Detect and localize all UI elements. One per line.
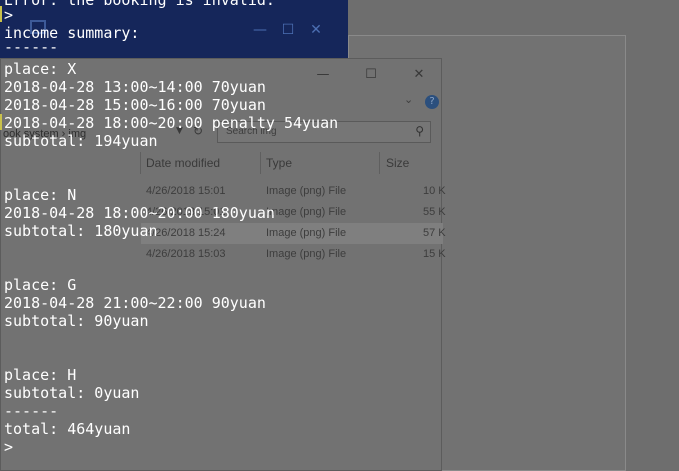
console-prompt: > [4,438,14,456]
console-line-place: place: H [4,366,77,384]
console-output[interactable]: Error: the booking is invalid. > income … [0,0,679,471]
console-line-place: place: X [4,60,77,78]
console-line-booking: 2018-04-28 18:00~20:00 180yuan [4,204,275,222]
console-line-booking: 2018-04-28 18:00~20:00 penalty 54yuan [4,114,339,132]
console-line-error: Error: the booking is invalid. [4,0,275,9]
console-line-subtotal: subtotal: 90yuan [4,312,149,330]
console-line-subtotal: subtotal: 180yuan [4,222,158,240]
console-cursor-marker [0,114,2,130]
console-line-place: place: N [4,186,77,204]
console-line-booking: 2018-04-28 15:00~16:00 70yuan [4,96,266,114]
console-cursor-marker [0,6,2,22]
console-line-booking: 2018-04-28 21:00~22:00 90yuan [4,294,266,312]
console-line-booking: 2018-04-28 13:00~14:00 70yuan [4,78,266,96]
console-line-total: total: 464yuan [4,420,131,438]
console-prompt: > [4,6,14,24]
console-line-subtotal: subtotal: 0yuan [4,384,140,402]
console-line-place: place: G [4,276,77,294]
console-line-separator: ------ [4,38,59,56]
console-line-subtotal: subtotal: 194yuan [4,132,158,150]
console-line-separator: ------ [4,402,59,420]
